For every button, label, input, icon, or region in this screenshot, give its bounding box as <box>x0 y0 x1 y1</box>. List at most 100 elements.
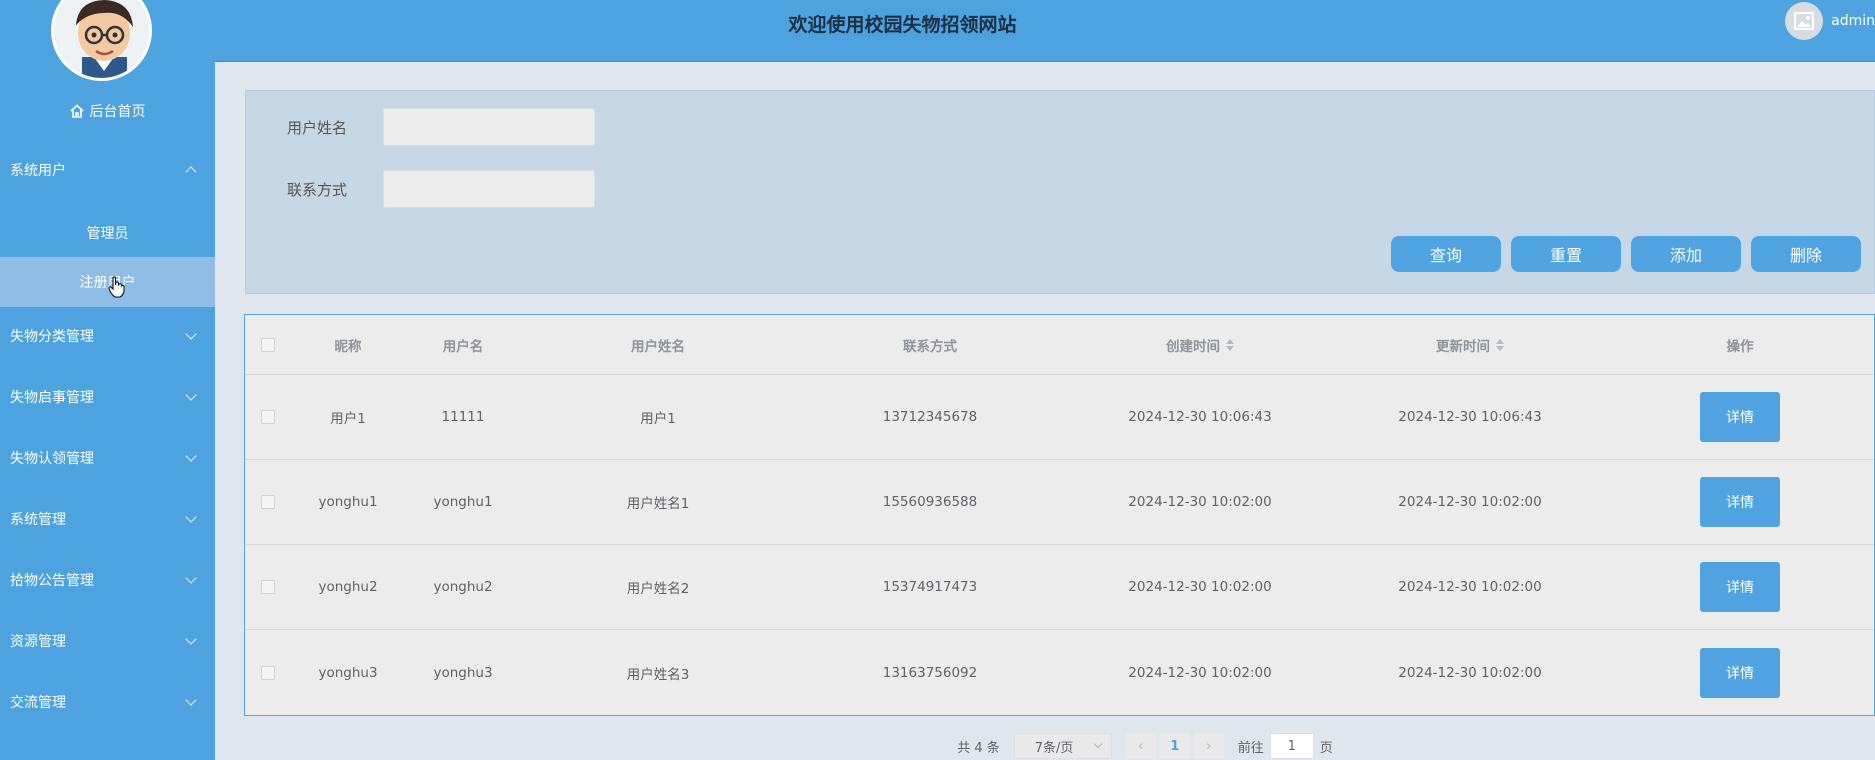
cell-realname: 用户姓名1 <box>626 496 690 512</box>
sidebar-menu-resources[interactable]: 资源管理 <box>0 621 215 661</box>
hand-cursor-icon <box>108 276 125 298</box>
cell-nickname: yonghu2 <box>318 579 378 595</box>
reset-button[interactable]: 重置 <box>1511 236 1621 272</box>
sidebar-home-link[interactable]: 后台首页 <box>0 100 215 122</box>
cell-nickname: yonghu1 <box>318 494 378 510</box>
row-select-cell <box>245 460 291 544</box>
sidebar-menu-label: 资源管理 <box>10 634 66 650</box>
username-label[interactable]: admin <box>1831 13 1875 29</box>
sidebar-menu-lost-category[interactable]: 失物分类管理 <box>0 316 215 356</box>
delete-button[interactable]: 删除 <box>1751 236 1861 272</box>
sidebar-menu-system[interactable]: 系统管理 <box>0 499 215 539</box>
phone-search-input[interactable] <box>383 170 595 208</box>
sidebar-menu-label: 交流管理 <box>10 695 66 711</box>
header-username: 用户名 <box>442 338 484 355</box>
cell-username: 11111 <box>441 409 485 425</box>
sidebar-home-label: 后台首页 <box>89 104 146 120</box>
sidebar-item-admin[interactable]: 管理员 <box>0 208 215 258</box>
page-suffix-label: 页 <box>1319 740 1333 756</box>
sidebar-menu-found-notice[interactable]: 拾物公告管理 <box>0 560 215 600</box>
detail-button[interactable]: 详情 <box>1700 562 1780 612</box>
page-number-current[interactable]: 1 <box>1159 733 1190 759</box>
name-search-input[interactable] <box>383 108 595 146</box>
page-nav: ‹ 1 › <box>1125 733 1224 759</box>
avatar <box>51 0 152 81</box>
cell-action: 详情 <box>1605 375 1875 459</box>
cell-nickname: yonghu3 <box>318 664 378 681</box>
chevron-down-icon <box>185 572 197 584</box>
header-action: 操作 <box>1726 338 1754 355</box>
cell-username: yonghu2 <box>433 579 493 595</box>
cell-realname: 用户1 <box>640 411 676 427</box>
sidebar-menu-label: 拾物公告管理 <box>10 573 94 589</box>
select-all-checkbox[interactable] <box>261 337 275 352</box>
main-content: 用户姓名 联系方式 查询 重置 添加 删除 昵称 用户名 用户姓名 联系方式 创… <box>215 62 1875 760</box>
row-checkbox[interactable] <box>261 410 275 424</box>
row-select-cell <box>245 545 291 629</box>
next-page-button[interactable]: › <box>1193 733 1224 759</box>
sidebar-menu-communication[interactable]: 交流管理 <box>0 682 215 722</box>
cell-updated: 2024-12-30 10:02:00 <box>1398 494 1542 510</box>
table-row: yonghu2 yonghu2 用户姓名2 15374917473 2024-1… <box>245 545 1874 630</box>
detail-button[interactable]: 详情 <box>1700 477 1780 527</box>
table-row: yonghu1 yonghu1 用户姓名1 15560936588 2024-1… <box>245 460 1874 545</box>
header-updated[interactable]: 更新时间 <box>1335 315 1605 374</box>
header-updated-label: 更新时间 <box>1436 338 1490 355</box>
sidebar-menu-lost-notice[interactable]: 失物启事管理 <box>0 377 215 417</box>
add-button[interactable]: 添加 <box>1631 236 1741 272</box>
pagination-total: 共 4 条 <box>957 740 1000 756</box>
row-checkbox[interactable] <box>261 495 275 509</box>
chevron-up-icon <box>185 166 197 178</box>
image-placeholder-icon <box>1794 12 1815 30</box>
goto-page-input[interactable]: 1 <box>1269 733 1314 759</box>
goto-label: 前往 <box>1237 740 1264 756</box>
row-checkbox[interactable] <box>261 665 275 680</box>
detail-button[interactable]: 详情 <box>1700 392 1780 442</box>
detail-button[interactable]: 详情 <box>1700 647 1780 698</box>
chevron-down-icon <box>185 389 197 401</box>
cell-username: yonghu1 <box>433 494 493 510</box>
prev-page-button[interactable]: ‹ <box>1125 733 1156 759</box>
name-field-label: 用户姓名 <box>287 119 348 137</box>
cell-updated: 2024-12-30 10:06:43 <box>1398 409 1542 425</box>
chevron-down-icon <box>185 511 197 523</box>
avatar-cartoon-image <box>54 0 149 78</box>
row-checkbox[interactable] <box>261 580 275 594</box>
cell-phone: 15560936588 <box>882 494 978 510</box>
page-size-value: 7条/页 <box>1034 740 1074 756</box>
chevron-down-icon <box>185 633 197 645</box>
sidebar-item-label: 管理员 <box>86 226 129 242</box>
user-table: 昵称 用户名 用户姓名 联系方式 创建时间 更新时间 操作 用户1 11111 … <box>244 314 1875 716</box>
chevron-down-icon <box>1093 739 1102 749</box>
sidebar-menu-claim[interactable]: 失物认领管理 <box>0 438 215 478</box>
cell-phone: 13712345678 <box>882 409 978 425</box>
table-header: 昵称 用户名 用户姓名 联系方式 创建时间 更新时间 操作 <box>245 315 1874 375</box>
search-panel: 用户姓名 联系方式 查询 重置 添加 删除 <box>245 90 1875 294</box>
top-header: 欢迎使用校园失物招领网站 admin <box>215 0 1875 62</box>
cell-realname: 用户姓名3 <box>626 666 690 683</box>
cell-action: 详情 <box>1605 545 1875 629</box>
sidebar-menu-label: 失物分类管理 <box>10 329 94 345</box>
cell-action: 详情 <box>1605 630 1875 715</box>
sort-icon[interactable] <box>1496 338 1504 351</box>
sort-icon[interactable] <box>1226 338 1234 351</box>
cell-updated: 2024-12-30 10:02:00 <box>1398 664 1542 681</box>
query-button[interactable]: 查询 <box>1391 236 1501 272</box>
cell-action: 详情 <box>1605 460 1875 544</box>
cell-realname: 用户姓名2 <box>626 581 690 597</box>
header-created[interactable]: 创建时间 <box>1065 315 1335 374</box>
sidebar-menu-label: 系统用户 <box>10 163 66 179</box>
table-row: yonghu3 yonghu3 用户姓名3 13163756092 2024-1… <box>245 630 1874 715</box>
table-row: 用户1 11111 用户1 13712345678 2024-12-30 10:… <box>245 375 1874 460</box>
cell-username: yonghu3 <box>433 664 493 681</box>
user-menu[interactable]: admin <box>1785 2 1875 40</box>
cell-phone: 15374917473 <box>882 579 978 595</box>
header-nickname: 昵称 <box>334 338 362 355</box>
user-avatar[interactable] <box>1785 2 1824 40</box>
page-size-select[interactable]: 7条/页 <box>1013 733 1112 759</box>
header-phone: 联系方式 <box>903 338 957 355</box>
cell-created: 2024-12-30 10:02:00 <box>1128 664 1272 681</box>
cell-created: 2024-12-30 10:06:43 <box>1128 409 1272 425</box>
sidebar-menu-system-users[interactable]: 系统用户 <box>0 150 215 190</box>
home-icon <box>69 104 84 118</box>
